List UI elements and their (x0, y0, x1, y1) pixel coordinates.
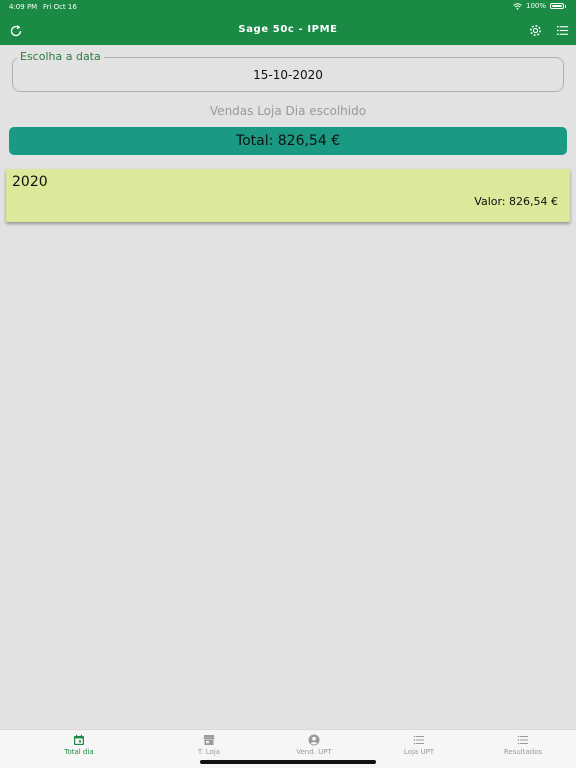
section-subtitle: Vendas Loja Dia escolhido (209, 104, 367, 118)
tab-label: Vend. UPT (296, 748, 332, 756)
tab-label: Loja UPT (403, 748, 435, 756)
list-icon (517, 735, 528, 745)
gear-icon[interactable] (528, 23, 543, 38)
battery-tip (565, 4, 566, 8)
tab-label: Resultados (503, 748, 543, 756)
status-time: 4:09 PM (9, 3, 38, 11)
status-date: Fri Oct 16 (43, 3, 77, 11)
date-picker-field[interactable]: Escolha a data 15-10-2020 (12, 50, 564, 92)
tab-total-dia[interactable]: Total dia (34, 734, 124, 766)
total-bar: Total: 826,54 € (9, 127, 567, 155)
year-value: Valor: 826,54 € (474, 195, 558, 208)
calendar-icon (74, 734, 84, 745)
year-label: 2020 (12, 174, 48, 190)
total-text: Total: 826,54 € (235, 133, 341, 149)
tab-label: Total dia (64, 748, 94, 756)
year-card[interactable]: 2020 Valor: 826,54 € (6, 169, 570, 222)
page-title: Sage 50c - IPME (238, 24, 338, 35)
store-icon (203, 735, 215, 745)
person-icon (308, 734, 320, 746)
list-icon (413, 735, 424, 745)
wifi-icon (513, 2, 522, 10)
menu-icon[interactable] (555, 23, 570, 38)
battery-icon (550, 3, 564, 9)
tab-label: T. Loja (197, 748, 221, 756)
battery-percent: 100% (525, 2, 546, 10)
date-field-label: Escolha a data (17, 50, 104, 63)
tab-resultados[interactable]: Resultados (478, 734, 568, 766)
status-indicators: 100% (513, 2, 566, 10)
tab-loja-upt[interactable]: Loja UPT (374, 734, 464, 766)
home-indicator (200, 760, 376, 764)
app-header: 4:09 PM Fri Oct 16 100% Sage 50c - IPME (0, 0, 576, 45)
date-field-value[interactable]: 15-10-2020 (13, 68, 563, 82)
